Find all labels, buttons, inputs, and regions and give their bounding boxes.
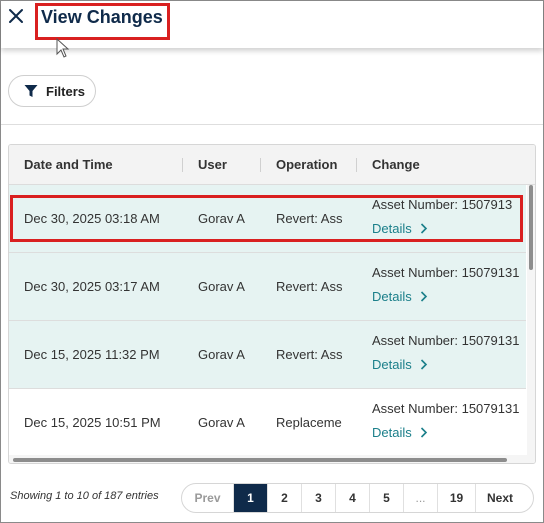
cell-change: Asset Number: 15079131 xyxy=(372,333,520,348)
cell-date: Dec 15, 2025 11:32 PM xyxy=(24,347,160,362)
vertical-scrollbar-thumb[interactable] xyxy=(529,185,533,270)
details-link[interactable]: Details xyxy=(372,289,428,304)
page-title: View Changes xyxy=(41,7,163,27)
column-separator[interactable] xyxy=(260,158,261,172)
filters-button[interactable]: Filters xyxy=(8,75,96,107)
dialog-header: View Changes xyxy=(1,1,543,48)
page-button-last[interactable]: 19 xyxy=(438,484,476,512)
column-header-change[interactable]: Change xyxy=(372,157,420,172)
cell-date: Dec 15, 2025 10:51 PM xyxy=(24,415,161,430)
details-link[interactable]: Details xyxy=(372,425,428,440)
changes-table: Date and Time User Operation Change Dec … xyxy=(8,144,536,464)
chevron-right-icon xyxy=(420,359,427,370)
chevron-right-icon xyxy=(420,291,427,302)
column-separator[interactable] xyxy=(182,158,183,172)
page-button-5[interactable]: 5 xyxy=(370,484,404,512)
column-header-operation[interactable]: Operation xyxy=(276,157,337,172)
cell-date: Dec 30, 2025 03:17 AM xyxy=(24,279,160,294)
table-header: Date and Time User Operation Change xyxy=(9,145,535,185)
pagination: Prev 1 2 3 4 5 ... 19 Next xyxy=(181,483,534,513)
entries-summary: Showing 1 to 10 of 187 entries xyxy=(10,490,159,502)
cell-operation: Revert: Ass xyxy=(276,347,343,362)
cell-change: Asset Number: 15079131 xyxy=(372,265,520,280)
cell-user: Gorav A xyxy=(198,415,245,430)
details-label: Details xyxy=(372,425,412,440)
page-button-2[interactable]: 2 xyxy=(268,484,302,512)
next-page-button[interactable]: Next xyxy=(476,484,524,512)
cell-operation: Replaceme xyxy=(276,415,342,430)
filters-label: Filters xyxy=(46,83,86,99)
page-button-1[interactable]: 1 xyxy=(234,484,268,512)
page-button-3[interactable]: 3 xyxy=(302,484,336,512)
prev-page-button[interactable]: Prev xyxy=(182,484,234,512)
row-highlight-box xyxy=(10,195,523,242)
details-link[interactable]: Details xyxy=(372,357,428,372)
details-label: Details xyxy=(372,357,412,372)
table-row[interactable]: Dec 15, 2025 11:32 PM Gorav A Revert: As… xyxy=(9,321,526,389)
column-header-date[interactable]: Date and Time xyxy=(24,157,113,172)
table-row[interactable]: Dec 15, 2025 10:51 PM Gorav A Replaceme … xyxy=(9,389,526,457)
details-label: Details xyxy=(372,289,412,304)
cell-change: Asset Number: 15079131 xyxy=(372,401,520,416)
table-row[interactable]: Dec 30, 2025 03:17 AM Gorav A Revert: As… xyxy=(9,253,526,321)
mouse-cursor-icon xyxy=(56,37,70,58)
filter-icon xyxy=(24,85,38,97)
close-icon[interactable] xyxy=(7,7,25,25)
divider xyxy=(1,124,543,125)
cell-user: Gorav A xyxy=(198,347,245,362)
column-separator[interactable] xyxy=(356,158,357,172)
horizontal-scrollbar-thumb[interactable] xyxy=(13,458,507,462)
cell-operation: Revert: Ass xyxy=(276,279,343,294)
page-button-4[interactable]: 4 xyxy=(336,484,370,512)
chevron-right-icon xyxy=(420,427,427,438)
cell-user: Gorav A xyxy=(198,279,245,294)
column-header-user[interactable]: User xyxy=(198,157,227,172)
page-ellipsis: ... xyxy=(404,484,438,512)
